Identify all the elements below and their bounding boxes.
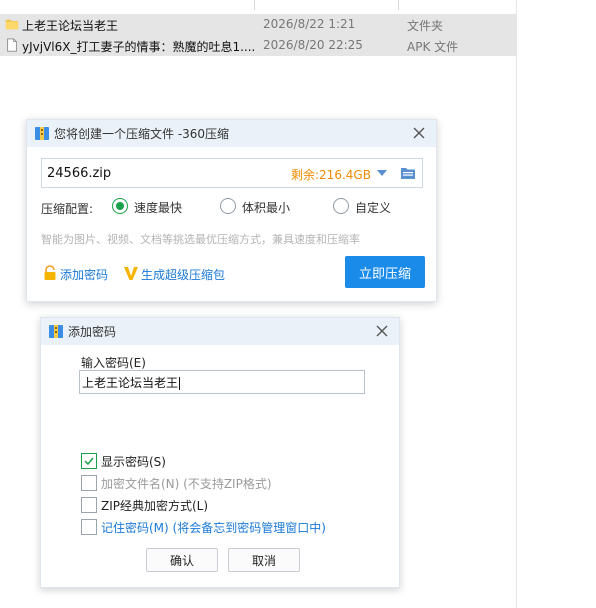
column-separator[interactable]	[254, 0, 255, 10]
password-input[interactable]: 上老王论坛当老王	[79, 370, 365, 394]
file-date: 2026/8/22 1:21	[263, 17, 356, 31]
close-icon[interactable]	[408, 122, 430, 144]
lock-icon	[44, 265, 56, 280]
radio-button[interactable]	[333, 198, 349, 214]
checkbox-box[interactable]	[81, 475, 97, 491]
radio-button[interactable]	[220, 198, 236, 214]
checkbox-label: 加密文件名(N) (不支持ZIP格式)	[101, 477, 272, 491]
archive-app-icon	[35, 127, 49, 140]
radio-label: 体积最小	[242, 201, 291, 215]
password-input-label: 输入密码(E)	[81, 356, 146, 370]
close-icon[interactable]	[371, 320, 393, 342]
remaining-space: 剩余:216.4GB	[291, 168, 371, 182]
file-type: 文件夹	[407, 19, 444, 33]
compress-dialog-titlebar[interactable]: 您将创建一个压缩文件 -360压缩	[27, 120, 436, 147]
text-caret	[179, 377, 181, 390]
file-type: APK 文件	[407, 40, 459, 54]
compress-dialog: 您将创建一个压缩文件 -360压缩 24566.zip 剩余:216.4GB 压…	[26, 119, 437, 302]
super-compress-label[interactable]: 生成超级压缩包	[141, 266, 225, 283]
add-password-dialog: 添加密码 输入密码(E) 上老王论坛当老王 显示密码(S) 加密文件名(N) (…	[40, 317, 400, 588]
compression-hint: 智能为图片、视频、文档等挑选最优压缩方式，兼具速度和压缩率	[41, 233, 360, 246]
radio-button-checked[interactable]	[112, 198, 128, 214]
checkbox-box[interactable]	[81, 519, 97, 535]
file-row-folder[interactable]: 上老王论坛当老王 2026/8/22 1:21 文件夹	[0, 14, 516, 35]
archive-path-field[interactable]: 24566.zip 剩余:216.4GB	[41, 158, 423, 188]
column-separator[interactable]	[398, 0, 399, 10]
vip-v-icon	[124, 267, 138, 280]
column-header-strip	[0, 0, 516, 12]
chevron-down-icon[interactable]	[376, 168, 388, 178]
radio-label: 自定义	[355, 201, 392, 215]
password-dialog-titlebar[interactable]: 添加密码	[41, 318, 399, 345]
archive-filename[interactable]: 24566.zip	[47, 166, 111, 181]
checkmark-icon	[84, 457, 94, 466]
checkbox-label: ZIP经典加密方式(L)	[101, 499, 209, 513]
radio-label: 速度最快	[134, 201, 183, 215]
file-name: 上老王论坛当老王	[22, 19, 119, 33]
folder-icon	[5, 19, 19, 30]
checkbox-box[interactable]	[81, 453, 97, 469]
password-value: 上老王论坛当老王	[82, 376, 179, 390]
file-date: 2026/8/20 22:25	[263, 38, 363, 52]
checkbox-label: 显示密码(S)	[101, 455, 166, 469]
file-icon	[7, 38, 17, 52]
explorer-side-pane	[516, 0, 596, 608]
file-row-apk[interactable]: yJvjVl6X_打工妻子的情事：熟魔的吐息1.... 2026/8/20 22…	[0, 35, 516, 56]
compression-config-label: 压缩配置:	[41, 202, 94, 216]
checkbox-label: 记住密码(M) (将会备忘到密码管理窗口中)	[101, 521, 326, 535]
compress-now-button[interactable]: 立即压缩	[345, 256, 425, 288]
password-dialog-title: 添加密码	[68, 325, 117, 339]
file-name: yJvjVl6X_打工妻子的情事：熟魔的吐息1....	[22, 40, 256, 54]
browse-folder-icon[interactable]	[400, 165, 416, 181]
add-password-label[interactable]: 添加密码	[60, 266, 108, 283]
checkbox-box[interactable]	[81, 497, 97, 513]
confirm-button[interactable]: 确认	[146, 548, 218, 572]
compress-dialog-title: 您将创建一个压缩文件 -360压缩	[54, 127, 230, 141]
archive-app-icon	[49, 325, 63, 338]
cancel-button[interactable]: 取消	[228, 548, 300, 572]
